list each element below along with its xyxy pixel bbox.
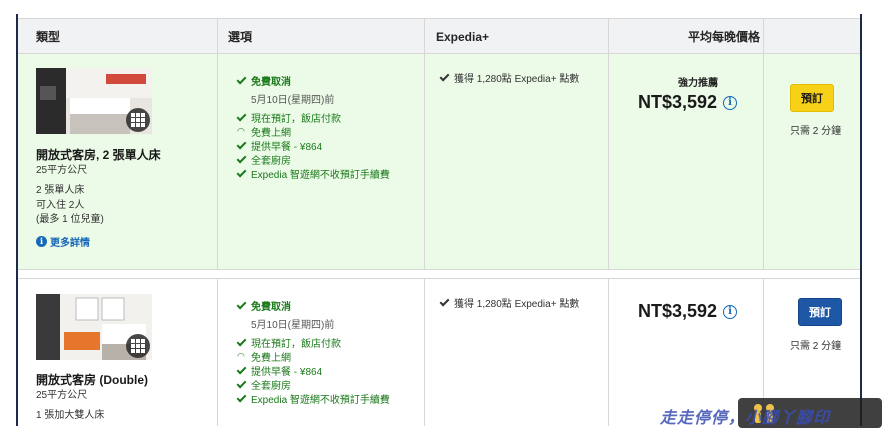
check-icon [237,394,246,403]
option-pay-at-hotel: 現在預訂，飯店付款 [237,335,341,350]
book-button[interactable]: 預訂 [798,298,842,326]
check-icon [237,155,246,164]
room-bed: 1 張加大雙人床 [36,410,105,421]
room-rates-table: 類型 選項 Expedia+ 平均每晚價格 開放式客房, 2 張單人床 25平方… [16,14,862,426]
room-bed: 2 張單人床 [36,185,85,196]
wifi-icon: ◠ [237,351,245,361]
check-icon [237,366,246,375]
recommended-badge: 強力推薦 [678,78,718,89]
option-wifi: ◠ 免費上網 [237,351,291,365]
table-header: 類型 選項 Expedia+ 平均每晚價格 [18,18,860,55]
book-time: 只需 2 分鐘 [790,341,842,352]
room-size: 25平方公尺 [36,390,88,401]
info-icon: i [36,236,47,247]
option-no-fee: Expedia 智遊網不收預訂手續費 [237,166,390,181]
option-breakfast: 提供早餐 - ¥864 [237,363,322,378]
check-icon [237,338,246,347]
option-cancel-by: 5月10日(星期四)前 [251,95,335,106]
check-icon [237,380,246,389]
expedia-points: 獲得 1,280點 Expedia+ 點數 [440,70,579,85]
option-cancel-by: 5月10日(星期四)前 [251,320,335,331]
check-icon [440,298,449,307]
header-options: 選項 [228,30,253,44]
room-price: NT$3,592 i [638,301,738,322]
header-type: 類型 [36,30,61,44]
price-info-icon[interactable]: i [723,95,738,110]
check-icon [440,73,449,82]
option-free-cancel: 免費取消 [237,73,291,88]
option-breakfast: 提供早餐 - ¥864 [237,138,322,153]
option-no-fee: Expedia 智遊網不收預訂手續費 [237,391,390,406]
check-icon [237,301,246,310]
option-kitchen: 全套廚房 [237,152,291,167]
check-icon [237,169,246,178]
room-photo[interactable] [36,294,152,360]
header-price: 平均每晚價格 [687,30,760,44]
more-details-label: 更多詳情 [50,238,90,249]
watermark-text: 走走停停，小腳丫腳印 [660,408,831,427]
option-wifi: ◠ 免費上網 [237,126,291,140]
table-row: 開放式客房, 2 張單人床 25平方公尺 2 張單人床 可入住 2人 (最多 1… [18,54,860,270]
check-icon [237,76,246,85]
gallery-grid-icon[interactable] [126,334,150,358]
room-size: 25平方公尺 [36,165,88,176]
check-icon [237,141,246,150]
book-time: 只需 2 分鐘 [790,126,842,137]
room-children: (最多 1 位兒童) [36,214,104,225]
room-price: NT$3,592 i [638,92,738,113]
header-expedia: Expedia+ [436,30,490,44]
expedia-points: 獲得 1,280點 Expedia+ 點數 [440,295,579,310]
check-icon [237,113,246,122]
gallery-grid-icon[interactable] [126,108,150,132]
option-kitchen: 全套廚房 [237,377,291,392]
wifi-icon: ◠ [237,126,245,136]
room-occupancy: 可入住 2人 [36,200,85,211]
more-details-link[interactable]: i 更多詳情 [36,234,90,249]
option-pay-at-hotel: 現在預訂，飯店付款 [237,110,341,125]
price-info-icon[interactable]: i [723,304,738,319]
book-button[interactable]: 預訂 [790,84,834,112]
room-photo[interactable] [36,68,152,134]
option-free-cancel: 免費取消 [237,298,291,313]
